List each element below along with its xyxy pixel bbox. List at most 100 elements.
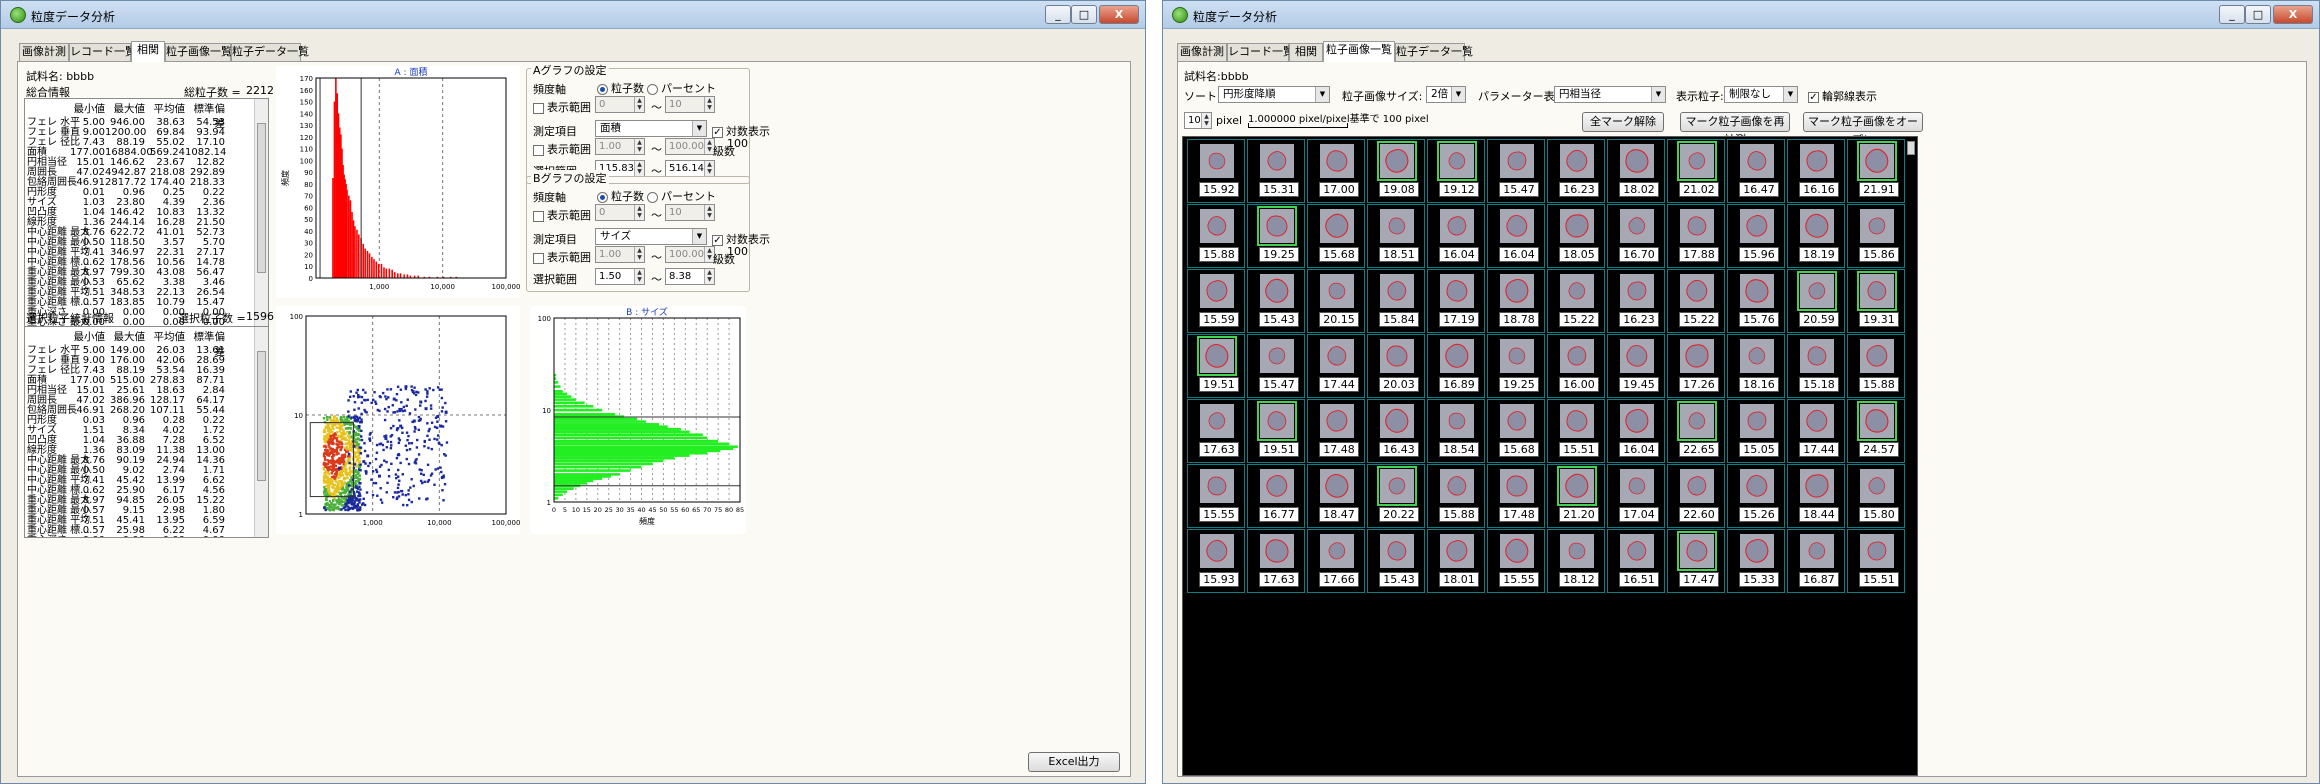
particle-thumbnail[interactable] (1260, 144, 1294, 178)
particle-cell[interactable]: 17.66 (1307, 529, 1365, 593)
particle-cell[interactable]: 15.55 (1187, 464, 1245, 528)
particle-cell[interactable]: 16.04 (1607, 399, 1665, 463)
particle-thumbnail[interactable] (1797, 271, 1837, 311)
particle-cell[interactable]: 21.02 (1667, 139, 1725, 203)
vertical-scrollbar[interactable] (1905, 137, 1917, 775)
particle-thumbnail[interactable] (1380, 274, 1414, 308)
range-from-input[interactable]: 0 ▲ ▼ (595, 204, 645, 221)
particle-thumbnail[interactable] (1320, 534, 1354, 568)
particle-thumbnail[interactable] (1320, 404, 1354, 438)
particle-cell[interactable]: 15.47 (1247, 334, 1305, 398)
scroll-thumb[interactable] (1907, 141, 1915, 155)
particle-cell[interactable]: 17.63 (1247, 529, 1305, 593)
particle-thumbnail[interactable] (1500, 274, 1534, 308)
particle-cell[interactable]: 15.47 (1487, 139, 1545, 203)
particle-thumbnail[interactable] (1200, 469, 1234, 503)
particle-thumbnail[interactable] (1377, 141, 1417, 181)
particle-thumbnail[interactable] (1620, 469, 1654, 503)
parameter-select[interactable]: 円相当径 ▼ (1554, 86, 1666, 103)
particle-cell[interactable]: 18.44 (1787, 464, 1845, 528)
particle-thumbnail[interactable] (1197, 336, 1237, 376)
range-to-input[interactable]: 10 ▲ ▼ (665, 96, 715, 113)
image-size-select[interactable]: 2倍 ▼ (1426, 86, 1466, 103)
spinner-icon[interactable]: ▲ ▼ (1201, 113, 1211, 128)
remeasure-marked-button[interactable]: マーク粒子画像を再計測 (1680, 112, 1790, 146)
particle-cell[interactable]: 21.20 (1547, 464, 1605, 528)
particle-cell[interactable]: 15.05 (1727, 399, 1785, 463)
particle-cell[interactable]: 20.59 (1787, 269, 1845, 333)
particle-cell[interactable]: 17.48 (1487, 464, 1545, 528)
spinner-icon[interactable]: ▲ ▼ (704, 205, 714, 220)
measure-select[interactable]: サイズ ▼ (595, 228, 707, 245)
maximize-button[interactable]: □ (2245, 5, 2271, 24)
particle-thumbnail[interactable] (1440, 274, 1474, 308)
tab-image-measure[interactable]: 画像計測 (1177, 43, 1227, 61)
particle-cell[interactable]: 16.51 (1607, 529, 1665, 593)
particle-cell[interactable]: 15.43 (1247, 269, 1305, 333)
particle-cell[interactable]: 17.44 (1787, 399, 1845, 463)
particle-cell[interactable]: 16.23 (1607, 269, 1665, 333)
particle-thumbnail[interactable] (1440, 339, 1474, 373)
particle-thumbnail[interactable] (1200, 534, 1234, 568)
particle-cell[interactable]: 15.22 (1547, 269, 1605, 333)
spinner-icon[interactable]: ▲ ▼ (634, 269, 644, 284)
particle-cell[interactable]: 20.22 (1367, 464, 1425, 528)
particle-cell[interactable]: 15.96 (1727, 204, 1785, 268)
particle-thumbnail[interactable] (1740, 469, 1774, 503)
particle-cell[interactable]: 18.51 (1367, 204, 1425, 268)
particle-thumbnail[interactable] (1740, 534, 1774, 568)
spinner-icon[interactable]: ▲ ▼ (634, 97, 644, 112)
open-marked-button[interactable]: マーク粒子画像をオープン (1803, 112, 1923, 146)
chart-a[interactable]: A : 面積 0 10 20 30 40 50 60 70 80 90 100 110 120 130 140… (276, 66, 520, 298)
spinner-icon[interactable]: ▲ ▼ (634, 247, 644, 262)
particle-thumbnail[interactable] (1680, 274, 1714, 308)
selection-from-input[interactable]: 1.50 ▲ ▼ (595, 268, 645, 285)
vertical-scrollbar[interactable] (254, 99, 268, 329)
particle-thumbnail[interactable] (1380, 209, 1414, 243)
particle-thumbnail[interactable] (1560, 209, 1594, 243)
particle-thumbnail[interactable] (1800, 144, 1834, 178)
particle-image-grid[interactable]: 15.92 15.31 17.00 19.08 19.12 15.47 16.23 18.02… (1182, 136, 1918, 776)
particle-thumbnail[interactable] (1320, 209, 1354, 243)
count-radio[interactable]: 粒子数 (597, 188, 644, 204)
close-button[interactable]: X (2273, 5, 2313, 24)
display-particle-select[interactable]: 制限なし ▼ (1724, 86, 1798, 103)
particle-cell[interactable]: 20.03 (1367, 334, 1425, 398)
particle-thumbnail[interactable] (1437, 141, 1477, 181)
particle-thumbnail[interactable] (1677, 141, 1717, 181)
spinner-icon[interactable]: ▲ ▼ (634, 139, 644, 154)
particle-cell[interactable]: 19.12 (1427, 139, 1485, 203)
particle-thumbnail[interactable] (1557, 466, 1597, 506)
particle-cell[interactable]: 24.57 (1847, 399, 1905, 463)
particle-cell[interactable]: 15.33 (1727, 529, 1785, 593)
particle-cell[interactable]: 15.43 (1367, 529, 1425, 593)
particle-cell[interactable]: 15.86 (1847, 204, 1905, 268)
particle-thumbnail[interactable] (1377, 466, 1417, 506)
particle-cell[interactable]: 19.51 (1247, 399, 1305, 463)
particle-thumbnail[interactable] (1620, 209, 1654, 243)
particle-cell[interactable]: 19.25 (1487, 334, 1545, 398)
overall-stats-list[interactable]: 最小値 最大値 平均値 標準偏差 フェレ 水平 5.00 946.00 38.63 54.53 フ… (24, 98, 269, 330)
tab-particle-data[interactable]: 粒子データ一覧 (1395, 43, 1473, 61)
particle-cell[interactable]: 16.16 (1787, 139, 1845, 203)
particle-cell[interactable]: 18.54 (1427, 399, 1485, 463)
particle-thumbnail[interactable] (1800, 469, 1834, 503)
particle-cell[interactable]: 18.12 (1547, 529, 1605, 593)
particle-thumbnail[interactable] (1680, 469, 1714, 503)
particle-cell[interactable]: 16.89 (1427, 334, 1485, 398)
particle-thumbnail[interactable] (1380, 339, 1414, 373)
particle-thumbnail[interactable] (1200, 209, 1234, 243)
particle-cell[interactable]: 17.19 (1427, 269, 1485, 333)
particle-thumbnail[interactable] (1620, 404, 1654, 438)
tab-correlation[interactable]: 相関 (131, 41, 165, 62)
particle-cell[interactable]: 17.04 (1607, 464, 1665, 528)
tab-correlation[interactable]: 相関 (1289, 43, 1323, 61)
particle-cell[interactable]: 15.92 (1187, 139, 1245, 203)
particle-thumbnail[interactable] (1740, 274, 1774, 308)
particle-thumbnail[interactable] (1860, 469, 1894, 503)
range2-from-input[interactable]: 1.00 ▲ ▼ (595, 138, 645, 155)
particle-thumbnail[interactable] (1500, 144, 1534, 178)
particle-thumbnail[interactable] (1620, 534, 1654, 568)
tab-particle-data[interactable]: 粒子データ一覧 (231, 43, 309, 61)
particle-thumbnail[interactable] (1440, 404, 1474, 438)
